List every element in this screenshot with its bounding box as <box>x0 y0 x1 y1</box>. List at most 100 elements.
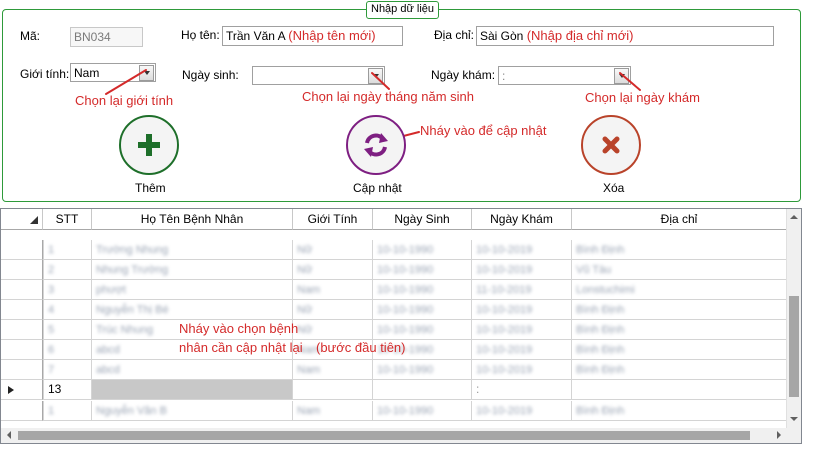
cell-stt[interactable]: 13 <box>43 380 92 400</box>
cell-stt[interactable]: 5 <box>43 320 92 340</box>
cell-ngaysinh[interactable]: 10-10-1990 <box>373 401 472 421</box>
cell-gioitinh[interactable]: Nữ <box>293 320 373 340</box>
cell-ngaykham[interactable]: 10-10-2019 <box>472 300 572 320</box>
cell-ngaykham[interactable]: 10-10-2019 <box>472 260 572 280</box>
cell-ngaykham[interactable]: 10-10-2019 <box>472 401 572 421</box>
cell-hoten[interactable]: Nhung Trường <box>92 260 293 280</box>
cell-text: Bình Định <box>576 364 625 376</box>
cell-hoten[interactable]: phượt <box>92 280 293 300</box>
col-header-ngaykham[interactable]: Ngày Khám <box>472 209 572 230</box>
cell-gioitinh[interactable]: Nam <box>293 280 373 300</box>
table-row[interactable]: 4 Nguyễn Thị Bé Nữ 10-10-1990 10-10-2019 Bình… <box>1 300 787 320</box>
cell-stt[interactable]: 2 <box>43 260 92 280</box>
cell-text: 5 <box>48 324 55 336</box>
cell-hoten[interactable]: Nguyễn Thị Bé <box>92 300 293 320</box>
cell-diachi[interactable]: Bình Định <box>572 240 787 260</box>
col-header-diachi[interactable]: Địa chỉ <box>572 209 787 230</box>
row-header[interactable] <box>1 280 43 300</box>
cell-stt[interactable]: 4 <box>43 300 92 320</box>
cell-ngaykham[interactable]: : <box>472 380 572 400</box>
cell-text: 3 <box>48 284 55 296</box>
row-header[interactable] <box>1 380 43 400</box>
cell-ngaysinh[interactable]: 10-10-1990 <box>373 300 472 320</box>
row-header[interactable] <box>1 320 43 340</box>
cell-text: 10-10-1990 <box>377 284 434 296</box>
cell-text: abcd <box>96 344 120 356</box>
cell-ngaysinh[interactable] <box>373 380 472 400</box>
cell-gioitinh[interactable]: Nam <box>293 401 373 421</box>
cell-gioitinh[interactable]: Nữ <box>293 240 373 260</box>
row-header[interactable] <box>1 360 43 380</box>
table-row[interactable]: 2 Nhung Trường Nữ 10-10-1990 10-10-2019 Vũ Tà… <box>1 260 787 280</box>
cell-ngaysinh[interactable]: 10-10-1990 <box>373 240 472 260</box>
cell-diachi[interactable]: Bình Định <box>572 360 787 380</box>
cell-text: Vũ Tàu <box>576 264 612 276</box>
cell-text: Trường Nhung <box>96 244 169 256</box>
cell-gioitinh[interactable]: Nữ <box>293 260 373 280</box>
scroll-down-arrow-icon[interactable] <box>787 413 801 425</box>
row-header[interactable] <box>1 340 43 360</box>
cell-diachi[interactable]: Bình Định <box>572 401 787 421</box>
cell-ngaykham[interactable]: 10-10-2019 <box>472 340 572 360</box>
cell-text: 10-10-2019 <box>476 244 533 256</box>
col-header-ngaysinh[interactable]: Ngày Sinh <box>373 209 472 230</box>
row-header[interactable] <box>1 401 43 421</box>
row-header[interactable] <box>1 260 43 280</box>
col-header-hoten[interactable]: Họ Tên Bệnh Nhân <box>92 209 293 230</box>
cell-text: Bình Định <box>576 405 625 417</box>
cell-diachi[interactable]: Lonstuchimi <box>572 280 787 300</box>
cell-stt[interactable]: 6 <box>43 340 92 360</box>
cell-gioitinh[interactable]: Nữ <box>293 300 373 320</box>
cell-ngaysinh[interactable]: 10-10-1990 <box>373 320 472 340</box>
horizontal-scrollbar[interactable] <box>1 428 787 443</box>
patients-datagrid[interactable]: STT Họ Tên Bệnh Nhân Giới Tính Ngày Sinh… <box>0 208 802 444</box>
cell-stt[interactable]: 7 <box>43 360 92 380</box>
cell-diachi[interactable]: Bình Định <box>572 300 787 320</box>
cell-stt[interactable]: 3 <box>43 280 92 300</box>
cell-diachi[interactable] <box>572 380 787 400</box>
cell-gioitinh[interactable]: Nam <box>293 360 373 380</box>
grid-corner-header[interactable] <box>1 209 43 230</box>
xoa-button[interactable] <box>581 115 641 175</box>
scroll-up-arrow-icon[interactable] <box>787 211 801 223</box>
cell-stt[interactable]: 1 <box>43 240 92 260</box>
cell-gioitinh[interactable] <box>293 380 373 400</box>
them-button[interactable] <box>119 115 179 175</box>
cell-hoten-selected[interactable] <box>92 380 293 400</box>
cell-diachi[interactable]: Vũ Tàu <box>572 260 787 280</box>
table-row-selected[interactable]: 13 : <box>1 380 787 400</box>
cell-ngaysinh[interactable]: 10-10-1990 <box>373 280 472 300</box>
scroll-right-arrow-icon[interactable] <box>773 428 785 442</box>
cell-ngaysinh[interactable]: 10-10-1990 <box>373 260 472 280</box>
cell-ngaysinh[interactable]: 10-10-1990 <box>373 360 472 380</box>
cell-hoten[interactable]: Trường Nhung <box>92 240 293 260</box>
capnhat-button[interactable] <box>346 115 406 175</box>
cell-text: 10-10-1990 <box>377 364 434 376</box>
cell-diachi[interactable]: Bình Định <box>572 320 787 340</box>
table-row[interactable]: 1 Trường Nhung Nữ 10-10-1990 10-10-2019 Bình … <box>1 240 787 260</box>
current-row-indicator-icon <box>8 386 14 394</box>
table-row[interactable]: 3 phượt Nam 10-10-1990 11-10-2019 Lonstuchimi <box>1 280 787 300</box>
row-header[interactable] <box>1 240 43 260</box>
cell-ngaykham[interactable]: 10-10-2019 <box>472 240 572 260</box>
table-row[interactable]: 5 Trúc Nhung Nữ 10-10-1990 10-10-2019 Bình Đị… <box>1 320 787 340</box>
table-row[interactable]: 1 Nguyễn Văn B Nam 10-10-1990 10-10-2019 Bình… <box>1 401 787 421</box>
cell-diachi[interactable]: Bình Định <box>572 340 787 360</box>
vertical-scrollbar[interactable] <box>786 209 801 429</box>
scroll-left-arrow-icon[interactable] <box>3 428 15 442</box>
col-header-stt[interactable]: STT <box>43 209 92 230</box>
cell-ngaykham[interactable]: 10-10-2019 <box>472 320 572 340</box>
vertical-scroll-thumb[interactable] <box>789 296 799 397</box>
cell-hoten[interactable]: Nguyễn Văn B <box>92 401 293 421</box>
cell-text: Nữ <box>297 264 313 276</box>
cell-stt[interactable]: 1 <box>43 401 92 421</box>
col-header-gioitinh[interactable]: Giới Tính <box>293 209 373 230</box>
cell-hoten[interactable]: abcd <box>92 360 293 380</box>
cell-ngaykham[interactable]: 10-10-2019 <box>472 360 572 380</box>
cell-text: 10-10-2019 <box>476 344 533 356</box>
cell-ngaykham[interactable]: 11-10-2019 <box>472 280 572 300</box>
row-header[interactable] <box>1 300 43 320</box>
table-row[interactable]: 7 abcd Nam 10-10-1990 10-10-2019 Bình Định <box>1 360 787 380</box>
horizontal-scroll-thumb[interactable] <box>18 431 750 440</box>
cell-text: Nguyễn Văn B <box>96 405 167 417</box>
